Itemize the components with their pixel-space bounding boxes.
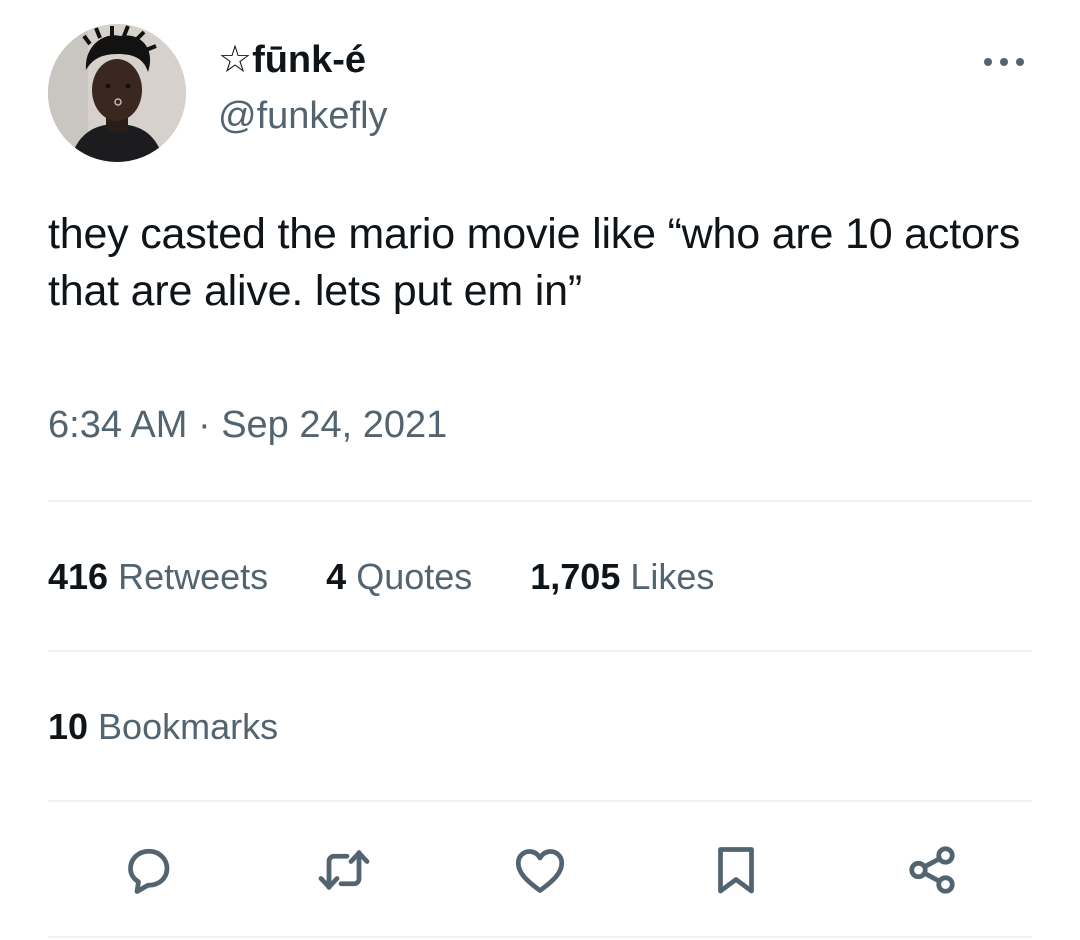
retweets-stat[interactable]: 416 Retweets (48, 556, 268, 598)
retweets-label: Retweets (118, 556, 269, 597)
user-handle[interactable]: @funkefly (218, 94, 388, 138)
like-button[interactable] (498, 828, 582, 912)
share-button[interactable] (890, 828, 974, 912)
tweet-timestamp[interactable]: 6:34 AM · Sep 24, 2021 (48, 402, 447, 448)
reply-icon (128, 848, 170, 894)
more-icon (984, 58, 1024, 66)
like-icon (515, 849, 565, 893)
quotes-count: 4 (326, 556, 357, 597)
divider (48, 650, 1032, 652)
engagement-stats: 416 Retweets 4 Quotes 1,705 Likes (48, 554, 772, 600)
avatar[interactable] (48, 24, 186, 162)
retweets-count: 416 (48, 556, 119, 597)
divider (48, 936, 1032, 938)
bookmark-icon (718, 847, 754, 894)
bookmarks-stat-inner: 10 Bookmarks (48, 706, 278, 748)
display-name[interactable]: ☆fūnk-é (218, 38, 366, 82)
share-icon (909, 846, 955, 894)
likes-label: Likes (630, 556, 715, 597)
bookmarks-count: 10 (48, 706, 99, 747)
bookmarks-stat[interactable]: 10 Bookmarks (48, 704, 336, 750)
likes-count: 1,705 (530, 556, 631, 597)
more-options-button[interactable] (976, 46, 1032, 78)
retweet-icon (318, 850, 370, 890)
divider (48, 800, 1032, 802)
reply-button[interactable] (106, 828, 190, 912)
bookmarks-label: Bookmarks (98, 706, 279, 747)
quotes-stat[interactable]: 4 Quotes (326, 556, 472, 598)
tweet-text: they casted the mario movie like “who ar… (48, 210, 1021, 315)
avatar-image (48, 24, 186, 162)
action-bar (0, 828, 1080, 912)
likes-stat[interactable]: 1,705 Likes (530, 556, 714, 598)
tweet-card: ☆fūnk-é @funkefly they casted the mario … (0, 0, 1080, 940)
bookmark-button[interactable] (694, 828, 778, 912)
quotes-label: Quotes (356, 556, 473, 597)
divider (48, 500, 1032, 502)
retweet-button[interactable] (302, 828, 386, 912)
